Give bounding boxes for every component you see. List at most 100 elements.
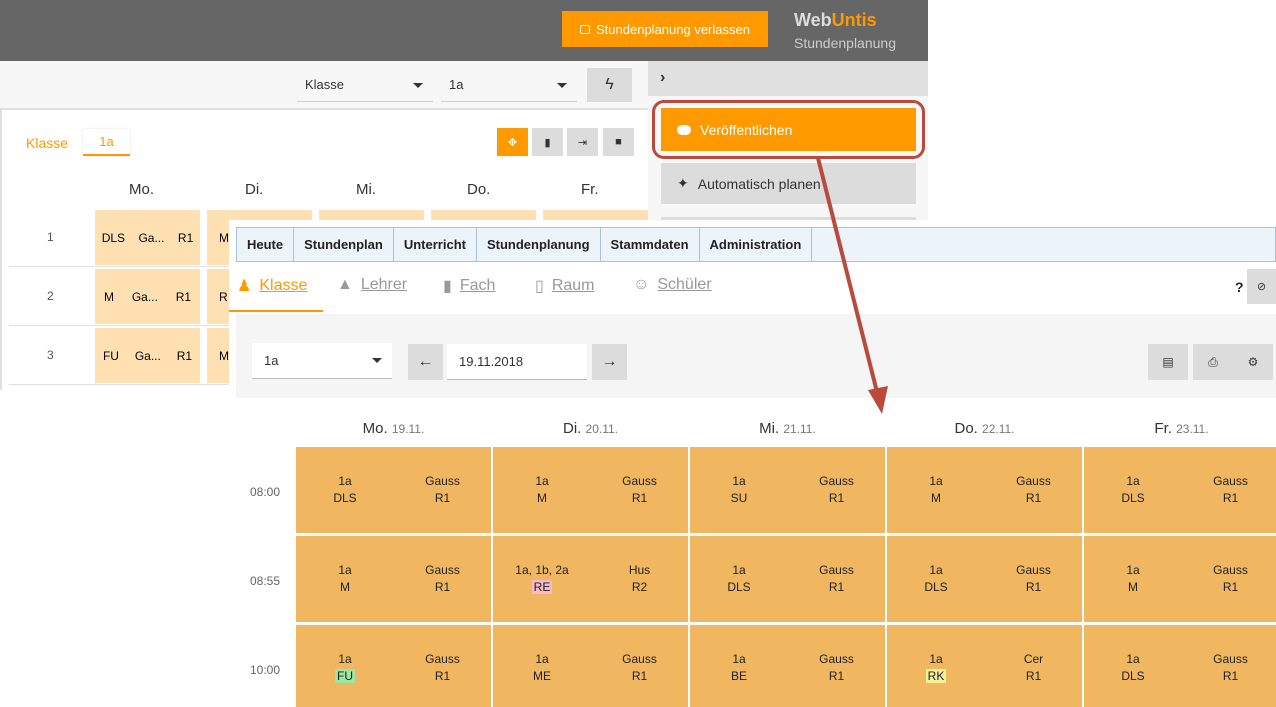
day-header: Fr. 23.11. — [1084, 420, 1276, 437]
previous-week-button[interactable]: ← — [408, 344, 443, 380]
lesson-cell[interactable]: 1a DLS Gauss R1 — [690, 536, 885, 622]
day-date: 22.11. — [982, 422, 1015, 436]
day-name: Di. — [563, 420, 582, 437]
tab-schueler[interactable]: ☺ Schüler — [633, 276, 712, 294]
leave-planning-button[interactable]: Stundenplanung verlassen — [562, 11, 768, 47]
lesson-left-column: 1a M — [1084, 562, 1182, 596]
tab-raum[interactable]: ▯ Raum — [535, 276, 595, 296]
lesson-cell[interactable]: 1a BE Gauss R1 — [690, 625, 885, 707]
visibility-button[interactable]: ⊘ — [1247, 269, 1276, 304]
bg-lesson-teacher: Ga... — [138, 230, 165, 245]
lesson-class: 1a — [929, 474, 943, 488]
class-select[interactable]: 1a — [252, 343, 392, 379]
day-date: 19.11. — [391, 422, 425, 436]
tab-klasse[interactable]: ♟ Klasse — [237, 276, 307, 296]
lesson-class: 1a — [732, 474, 746, 488]
nav-item-heute[interactable]: Heute — [237, 228, 295, 261]
lesson-left-column: 1a DLS — [1084, 651, 1182, 685]
enter-button[interactable]: ⇥ — [567, 128, 598, 156]
element-type-select[interactable]: Klasse — [297, 68, 433, 102]
lesson-room: R1 — [631, 491, 648, 505]
lesson-teacher: Gauss — [819, 652, 854, 666]
print-button[interactable]: ⎙ — [1193, 344, 1233, 380]
lesson-subject: DLS — [1121, 669, 1145, 683]
nav-item-stammdaten[interactable]: Stammdaten — [601, 228, 700, 261]
lesson-left-column: 1a M — [493, 473, 591, 507]
lesson-cell[interactable]: 1a M Gauss R1 — [1084, 536, 1276, 622]
delete-button[interactable]: ▮ — [532, 128, 563, 156]
nav-item-stundenplanung[interactable]: Stundenplanung — [477, 228, 601, 261]
element-select[interactable]: 1a — [441, 68, 577, 102]
lesson-room: R1 — [434, 491, 451, 505]
lesson-right-column: Gauss R1 — [788, 562, 885, 596]
lesson-right-column: Hus R2 — [591, 562, 688, 596]
time-label: 08:55 — [250, 574, 281, 588]
lesson-subject-row: DLS — [296, 490, 394, 507]
lesson-subject-row: M — [887, 490, 985, 507]
calendar-button[interactable]: ▤ — [1148, 344, 1188, 380]
bg-period-number: 3 — [47, 348, 54, 362]
tab-fach[interactable]: ▮ Fach — [443, 276, 495, 296]
lesson-teacher: Gauss — [425, 652, 460, 666]
lesson-subject: M — [340, 580, 350, 594]
arrow-left-icon: ← — [417, 353, 434, 370]
lesson-right-column: Gauss R1 — [394, 562, 491, 596]
nav-item-administration[interactable]: Administration — [700, 228, 813, 261]
lesson-subject: DLS — [1121, 491, 1145, 505]
lesson-cell[interactable]: 1a M Gauss R1 — [887, 447, 1082, 533]
day-header: Di. 20.11. — [493, 420, 688, 437]
settings-button[interactable]: ⚙ — [1233, 344, 1273, 380]
brand-logo: WebUntis Stundenplanung — [794, 10, 896, 51]
lesson-teacher: Gauss — [819, 474, 854, 488]
lesson-cell[interactable]: 1a RK Cer R1 — [887, 625, 1082, 707]
lesson-class: 1a — [338, 474, 352, 488]
lesson-left-column: 1a FU — [296, 651, 394, 685]
lesson-subject-row: BE — [690, 668, 788, 685]
lesson-cell[interactable]: 1a DLS Gauss R1 — [1084, 625, 1276, 707]
auto-plan-button[interactable]: ✦ Automatisch planen — [661, 163, 916, 204]
bg-lesson-cell[interactable]: M Ga... R1 — [95, 269, 200, 324]
lightning-button[interactable]: ϟ — [587, 68, 632, 102]
graduation-cap-icon: ▲ — [337, 276, 353, 293]
lesson-teacher: Gauss — [1213, 474, 1248, 488]
book-icon: ▮ — [443, 278, 452, 295]
lesson-cell[interactable]: 1a M Gauss R1 — [296, 536, 491, 622]
lock-button[interactable]: ■ — [603, 128, 634, 156]
lesson-cell[interactable]: 1a FU Gauss R1 — [296, 625, 491, 707]
lesson-subject-row: DLS — [690, 579, 788, 596]
lesson-cell[interactable]: 1a DLS Gauss R1 — [296, 447, 491, 533]
lesson-left-column: 1a BE — [690, 651, 788, 685]
planning-toolbar: Klasse 1a ϟ — [0, 61, 648, 110]
bg-lesson-cell[interactable]: FU Ga... R1 — [95, 328, 200, 383]
lesson-room: R2 — [631, 580, 648, 594]
lesson-left-column: 1a DLS — [1084, 473, 1182, 507]
help-icon[interactable]: ? — [1235, 279, 1244, 295]
element-value: 1a — [449, 77, 464, 92]
nav-item-stundenplan[interactable]: Stundenplan — [294, 228, 394, 261]
eye-slash-icon: ⊘ — [1256, 281, 1267, 293]
lesson-class: 1a — [1126, 652, 1140, 666]
lesson-cell[interactable]: 1a, 1b, 2a RE Hus R2 — [493, 536, 688, 622]
lesson-room: R1 — [828, 491, 845, 505]
brand-web: Web — [794, 10, 832, 30]
chevron-right-icon[interactable]: › — [660, 69, 665, 87]
nav-item-unterricht[interactable]: Unterricht — [394, 228, 477, 261]
lesson-cell[interactable]: 1a ME Gauss R1 — [493, 625, 688, 707]
lesson-room: R1 — [828, 669, 845, 683]
magic-wand-icon: ✦ — [677, 175, 689, 191]
lesson-subject-row: DLS — [1084, 490, 1182, 507]
door-icon: ▯ — [535, 278, 544, 295]
lesson-cell[interactable]: 1a M Gauss R1 — [493, 447, 688, 533]
move-button[interactable]: ✥ — [497, 128, 528, 156]
class-tab[interactable]: 1a — [83, 129, 130, 156]
lesson-cell[interactable]: 1a DLS Gauss R1 — [887, 536, 1082, 622]
lesson-cell[interactable]: 1a SU Gauss R1 — [690, 447, 885, 533]
date-input[interactable]: 19.11.2018 — [447, 344, 587, 380]
next-week-button[interactable]: → — [592, 344, 627, 380]
lesson-room: R1 — [631, 669, 648, 683]
tab-lehrer[interactable]: ▲ Lehrer — [337, 276, 407, 294]
tab-lehrer-label: Lehrer — [360, 276, 408, 293]
lesson-right-column: Gauss R1 — [788, 473, 885, 507]
lesson-cell[interactable]: 1a DLS Gauss R1 — [1084, 447, 1276, 533]
bg-lesson-cell[interactable]: DLS Ga... R1 — [95, 210, 200, 265]
